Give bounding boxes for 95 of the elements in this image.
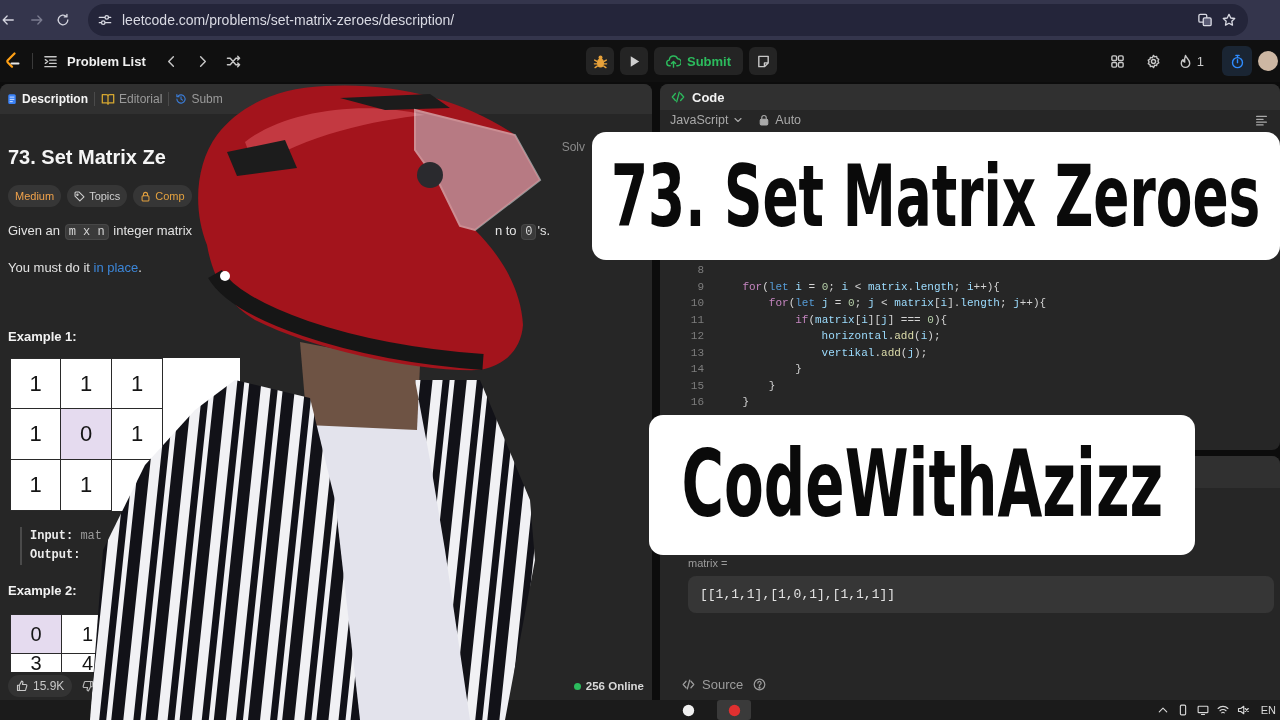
- line-number: 8: [696, 263, 704, 278]
- channel-banner: CodeWithAzizz: [649, 415, 1195, 555]
- code-line: vertikal.add(j);: [820, 345, 928, 361]
- solved-status: Solv: [561, 140, 585, 154]
- field-label: matrix =: [688, 556, 729, 570]
- language-dropdown[interactable]: JavaScript: [670, 113, 745, 127]
- statement-text: Given an m x n integer matrix: [8, 222, 193, 242]
- statement-text: You must do it in place.: [8, 259, 142, 277]
- note-icon: [755, 53, 771, 69]
- code-line: }: [767, 378, 776, 394]
- help-icon[interactable]: [753, 677, 767, 691]
- submit-button[interactable]: Submit: [654, 47, 744, 75]
- matrix-cell: 1: [10, 409, 61, 460]
- shuffle-icon[interactable]: [225, 53, 241, 69]
- code-line: }: [741, 395, 749, 410]
- matrix-cell: 3: [10, 654, 62, 672]
- line-number: 13: [689, 345, 704, 361]
- status-dot-icon: [573, 682, 581, 690]
- star-icon[interactable]: [1222, 13, 1236, 27]
- panel-tab[interactable]: Editorial: [101, 92, 163, 106]
- speaker-muted-icon[interactable]: [1236, 704, 1249, 716]
- tag-icon: [74, 190, 86, 202]
- book-icon: [101, 92, 115, 106]
- panel-tab[interactable]: Subm: [175, 92, 223, 106]
- language-indicator[interactable]: EN: [1260, 704, 1276, 716]
- matrix-cell: 0: [10, 614, 62, 654]
- online-count: 256 Online: [585, 680, 644, 692]
- code-icon: [682, 677, 695, 691]
- example-text-line: Output:: [30, 547, 82, 564]
- matrix-cell: 1: [10, 460, 61, 511]
- bug-icon: [592, 53, 608, 69]
- matrix-cell: 1: [61, 358, 112, 409]
- panel-tab[interactable]: Description: [6, 92, 88, 106]
- taskbar-app-button[interactable]: [717, 700, 751, 720]
- code-line: horizontal.add(i);: [820, 329, 941, 344]
- address-bar[interactable]: leetcode.com/problems/set-matrix-zeroes/description/: [88, 4, 1248, 36]
- code-line: for(let j = 0; j < matrix[i].length; j++){: [767, 296, 1047, 311]
- thumbs-down-icon[interactable]: [82, 680, 95, 692]
- source-button[interactable]: Source: [682, 676, 744, 692]
- lock-icon: [140, 190, 152, 202]
- app-icon: [727, 703, 741, 717]
- matrix-cell: 1: [10, 358, 61, 409]
- wifi-icon[interactable]: [1216, 704, 1229, 716]
- panel-title: Code: [692, 89, 725, 105]
- avatar[interactable]: [1258, 51, 1278, 71]
- lock-icon: [758, 114, 771, 126]
- title-banner: 73. Set Matrix Zeroes: [592, 132, 1280, 260]
- line-number: 16: [689, 395, 704, 410]
- code-icon: [670, 90, 686, 104]
- line-number: 14: [689, 362, 704, 377]
- autocomplete-button[interactable]: Auto: [758, 113, 802, 127]
- logo-icon[interactable]: [4, 52, 20, 70]
- notes-button[interactable]: [749, 47, 778, 75]
- code-line: }: [794, 362, 802, 377]
- example-heading: Example 1:: [8, 328, 77, 346]
- line-number: 9: [696, 279, 704, 295]
- reload-icon[interactable]: [56, 13, 70, 27]
- cloud-upload-icon: [666, 53, 681, 69]
- streak-button[interactable]: 1: [1177, 53, 1204, 69]
- matrix-cell: 1: [112, 358, 163, 409]
- back-arrow-icon[interactable]: [1, 13, 15, 27]
- monitor-icon[interactable]: [1196, 704, 1209, 716]
- history-icon: [175, 93, 188, 105]
- circle-icon[interactable]: [682, 703, 695, 717]
- statement-text: n to 0 's.: [494, 222, 550, 242]
- run-button[interactable]: [620, 47, 648, 75]
- tag-chip[interactable]: Comp: [133, 185, 192, 207]
- line-number: 12: [689, 329, 704, 344]
- tag-chip[interactable]: Medium: [8, 185, 62, 207]
- example-heading: Example 2:: [8, 582, 77, 600]
- document-icon: [6, 93, 18, 105]
- matrix-cell: 0: [61, 409, 112, 460]
- testcase-input[interactable]: [[1,1,1],[1,0,1],[1,1,1]]: [688, 576, 1274, 613]
- problem-title: 73. Set Matrix Ze: [8, 145, 166, 170]
- example-text-line: Input: mat: [30, 528, 103, 545]
- settings-icon[interactable]: [1145, 53, 1161, 69]
- problem-list-button[interactable]: Problem List: [43, 53, 146, 69]
- timer-icon: [1229, 53, 1245, 69]
- align-left-icon[interactable]: [1255, 113, 1268, 127]
- translate-icon[interactable]: [1198, 13, 1212, 27]
- list-icon: [43, 53, 58, 69]
- code-line: for(let i = 0; i < matrix.length; i++){: [741, 279, 1000, 295]
- line-number: 11: [689, 312, 704, 328]
- site-settings-icon[interactable]: [98, 13, 112, 27]
- forward-arrow-icon[interactable]: [30, 13, 44, 27]
- like-button[interactable]: 15.9K: [8, 675, 73, 697]
- timer-button[interactable]: [1222, 46, 1252, 76]
- matrix-cell: 1: [61, 460, 112, 511]
- code-line: if(matrix[i][j] === 0){: [794, 312, 948, 328]
- line-number: 15: [689, 378, 704, 394]
- thumbs-up-icon: [16, 680, 28, 692]
- tag-chip[interactable]: Topics: [67, 185, 128, 207]
- debug-button[interactable]: [586, 47, 614, 75]
- grid-icon[interactable]: [1109, 53, 1125, 69]
- line-number: 10: [689, 296, 704, 311]
